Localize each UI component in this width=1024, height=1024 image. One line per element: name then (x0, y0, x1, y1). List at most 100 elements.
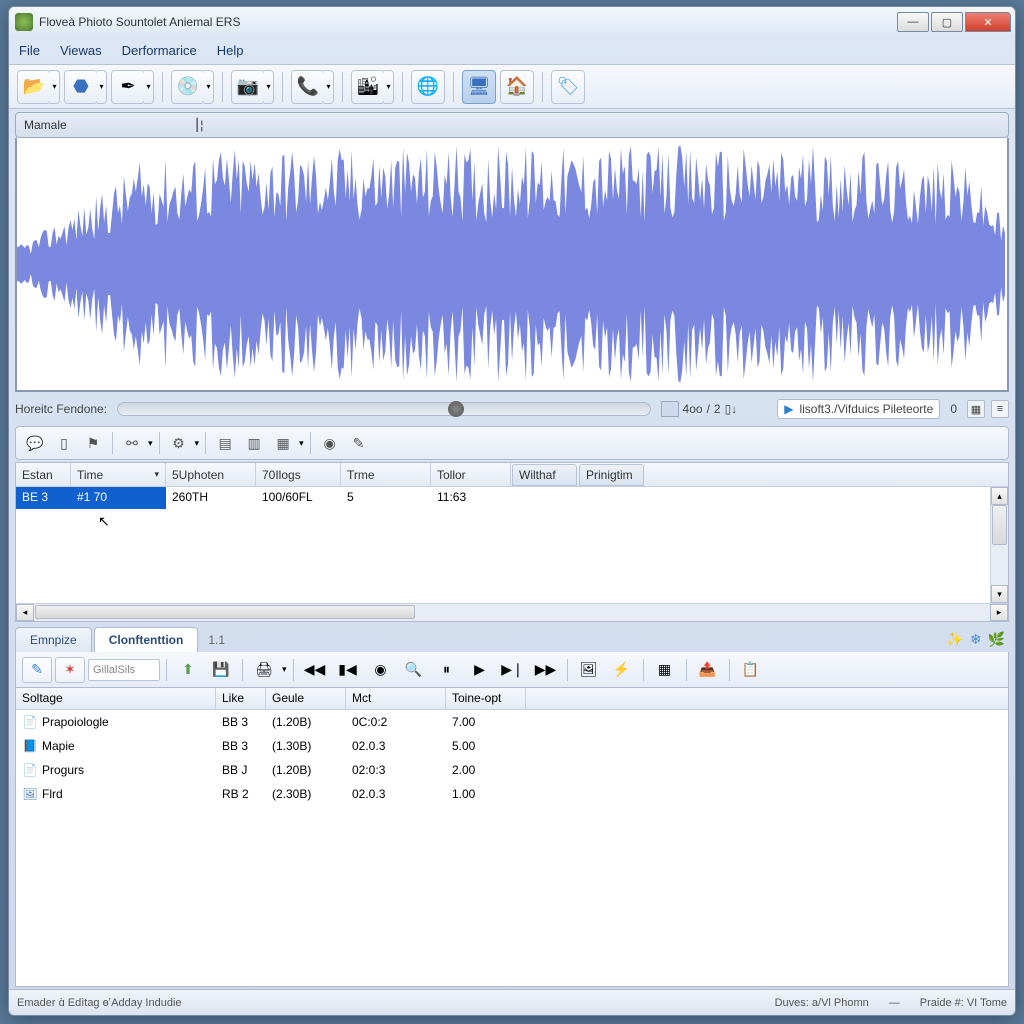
edit-button[interactable]: ✎ (346, 431, 372, 455)
flag-button[interactable]: ⚑ (80, 431, 106, 455)
image-button[interactable]: 🖼 (574, 657, 604, 683)
close-button[interactable]: ✕ (965, 12, 1011, 32)
gear-button[interactable]: ⚙ (166, 431, 192, 455)
monitor-button[interactable]: 🖥 (462, 70, 496, 104)
playhead-marker[interactable]: ⎮¦ (194, 118, 203, 132)
rewind-button[interactable]: ◀◀ (300, 657, 330, 683)
house-button[interactable]: 🏠 (500, 70, 534, 104)
chart-button[interactable]: 🏙 (351, 70, 385, 104)
grid-view-button[interactable]: ▦ (967, 400, 985, 418)
save-button[interactable]: 💾 (206, 657, 236, 683)
fast-forward-button[interactable]: ▶▶ (531, 657, 561, 683)
copy-button[interactable]: 📋 (736, 657, 766, 683)
play-button[interactable]: ▶ (465, 657, 495, 683)
tab-prinigtim[interactable]: Prinigtim (579, 464, 644, 486)
pen-button[interactable]: ✒ (111, 70, 145, 104)
col-time[interactable]: Time ▾ (71, 463, 166, 486)
forward-button[interactable]: ▶❘ (498, 657, 528, 683)
note-button[interactable]: ▯ (51, 431, 77, 455)
player-toolbar: ✎ ✶ GillalSils ⬆ 💾 🖨▾ ◀◀ ▮◀ ◉ 🔍 ⏸ ▶ ▶❘ ▶… (15, 652, 1009, 688)
star-button[interactable]: ✶ (55, 657, 85, 683)
open-folder-button[interactable]: 📂 (17, 70, 51, 104)
pen-dropdown[interactable]: ▾ (144, 70, 154, 104)
record-button[interactable]: ◉ (317, 431, 343, 455)
track-header: Mamale ⎮¦ (15, 112, 1009, 138)
print-button[interactable]: 🖨 (249, 657, 279, 683)
col-trme[interactable]: Trme (341, 463, 431, 486)
list-item[interactable]: 📄PrapoiologleBB 3(1.20B)0C:0:27.00 (16, 710, 1008, 734)
scroll-left-button[interactable]: ◂ (16, 604, 34, 621)
waveform-view[interactable] (15, 138, 1009, 392)
tab-wilthaf[interactable]: Wilthaf (512, 464, 577, 486)
minimize-button[interactable]: — (897, 12, 929, 32)
col-tollor[interactable]: Tollor (431, 463, 511, 486)
search-button[interactable]: 🔍 (399, 657, 429, 683)
phone-dropdown[interactable]: ▾ (324, 70, 334, 104)
camera-dropdown[interactable]: ▾ (264, 70, 274, 104)
menu-help[interactable]: Help (217, 43, 244, 58)
open-folder-dropdown[interactable]: ▾ (50, 70, 60, 104)
track-name[interactable]: Mamale (24, 118, 194, 132)
camera-button[interactable]: 📷 (231, 70, 265, 104)
tag-button[interactable]: 🏷 (551, 70, 585, 104)
list-item[interactable]: 📘MapieBB 3(1.30B)02.0.35.00 (16, 734, 1008, 758)
path-display[interactable]: ▶ lisoft3./Vifduics Pileteorte (777, 399, 940, 419)
comment-button[interactable]: 💬 (22, 431, 48, 455)
browser-button[interactable]: 🌐 (411, 70, 445, 104)
table-row[interactable]: BE 3 #1 70 260TH 100/60FL 5 11:63 ↖ (16, 487, 1008, 509)
menu-views[interactable]: Viewas (60, 43, 102, 58)
disc-button[interactable]: 💿 (171, 70, 205, 104)
sparkle-icon[interactable]: ✨ (946, 631, 963, 648)
col-uphoten[interactable]: 5Uphoten (166, 463, 256, 486)
col-toine[interactable]: Toine-opt (446, 688, 526, 709)
shield-button[interactable]: ⬣ (64, 70, 98, 104)
skip-back-button[interactable]: ▮◀ (333, 657, 363, 683)
col-ilogs[interactable]: 70Ilogs (256, 463, 341, 486)
tab-clonftenttion[interactable]: Clonftenttion (94, 627, 199, 652)
stop-button[interactable]: ◉ (366, 657, 396, 683)
hscroll-thumb[interactable] (35, 605, 415, 619)
status-right: Praide #: VI Tome (920, 997, 1007, 1009)
maximize-button[interactable]: ▢ (931, 12, 963, 32)
chart-dropdown[interactable]: ▾ (384, 70, 394, 104)
pause-button[interactable]: ⏸ (432, 657, 462, 683)
events-grid-body[interactable]: BE 3 #1 70 260TH 100/60FL 5 11:63 ↖ ▴ ▾ (16, 487, 1008, 603)
col-like[interactable]: Like (216, 688, 266, 709)
tab-emnpize[interactable]: Emnpize (15, 627, 92, 652)
vertical-scrollbar[interactable]: ▴ ▾ (990, 487, 1008, 603)
pencil-button[interactable]: ✎ (22, 657, 52, 683)
list-view-button[interactable]: ≡ (991, 400, 1009, 418)
doc2-button[interactable]: ▥ (241, 431, 267, 455)
list-item[interactable]: 📄ProgursBB J(1.20B)02:0:32.00 (16, 758, 1008, 782)
menu-file[interactable]: File (19, 43, 40, 58)
play-icon: ▶ (784, 402, 793, 416)
col-estan[interactable]: Estan (16, 463, 71, 486)
col-soltage[interactable]: Soltage (16, 688, 216, 709)
horizontal-scrollbar[interactable]: ◂ ▸ (16, 603, 1008, 621)
scroll-right-button[interactable]: ▸ (990, 604, 1008, 621)
chrome-icon: 🌐 (417, 76, 439, 97)
position-slider[interactable] (117, 402, 650, 416)
menu-performance[interactable]: Derformarice (122, 43, 197, 58)
import-button[interactable]: ⬆ (173, 657, 203, 683)
snowflake-icon[interactable]: ❄ (970, 631, 982, 648)
col-geule[interactable]: Geule (266, 688, 346, 709)
list-item[interactable]: 🖼FlrdRB 2(2.30B)02.0.31.00 (16, 782, 1008, 806)
files-grid-body[interactable]: 📄PrapoiologleBB 3(1.20B)0C:0:27.00📘Mapie… (16, 710, 1008, 806)
bolt-button[interactable]: ⚡ (607, 657, 637, 683)
shield-dropdown[interactable]: ▾ (97, 70, 107, 104)
filter-combo[interactable]: GillalSils (88, 659, 160, 681)
scroll-down-button[interactable]: ▾ (991, 585, 1008, 603)
disc-dropdown[interactable]: ▾ (204, 70, 214, 104)
export-button[interactable]: 📤 (693, 657, 723, 683)
tiles-button[interactable]: ▦ (650, 657, 680, 683)
leaf-icon[interactable]: 🌿 (988, 631, 1005, 648)
col-mct[interactable]: Mct (346, 688, 446, 709)
phone-button[interactable]: 📞 (291, 70, 325, 104)
doc3-button[interactable]: ▦ (270, 431, 296, 455)
doc1-button[interactable]: ▤ (212, 431, 238, 455)
scroll-thumb[interactable] (992, 505, 1007, 545)
scroll-up-button[interactable]: ▴ (991, 487, 1008, 505)
slider-thumb[interactable] (448, 401, 464, 417)
link-button[interactable]: ⚯ (119, 431, 145, 455)
